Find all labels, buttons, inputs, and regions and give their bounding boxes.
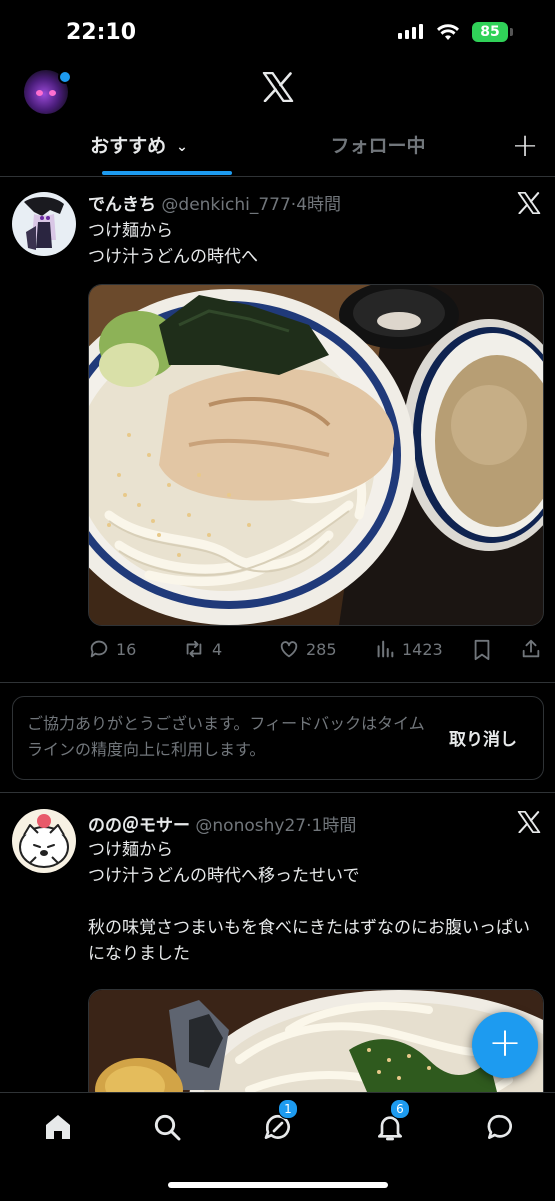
chevron-down-icon[interactable]: ⌄ (176, 121, 188, 173)
battery-tip (510, 28, 513, 36)
share-icon[interactable] (520, 638, 542, 660)
author-handle[interactable]: @nonoshy27 (195, 816, 306, 836)
view-count: 1423 (402, 639, 443, 659)
feedback-message: ご協力ありがとうございます。フィードバックはタイムラインの精度向上に利用します。 (27, 714, 425, 759)
x-logo-icon (262, 72, 294, 102)
tweet-time[interactable]: 1時間 (312, 816, 357, 836)
tweet-time[interactable]: 4時間 (296, 195, 341, 215)
spaces-badge: 1 (278, 1099, 298, 1119)
timeline-tabs: おすすめ ⌄ フォロー中 + (0, 120, 555, 177)
status-time: 22:10 (66, 20, 137, 45)
home-indicator (168, 1182, 388, 1188)
nav-messages[interactable] (480, 1107, 520, 1147)
notification-dot (58, 70, 72, 84)
search-icon (154, 1114, 181, 1141)
wifi-icon (437, 24, 459, 40)
nav-notifications[interactable]: 6 (370, 1099, 410, 1147)
chat-icon (487, 1114, 512, 1139)
tab-for-you-label: おすすめ (90, 135, 167, 157)
author-name[interactable]: のの＠モサー (88, 816, 190, 836)
tweet-actions: 16 4 285 1423 (88, 638, 548, 664)
author-avatar[interactable] (12, 192, 76, 256)
compose-post-button[interactable]: + (472, 1012, 538, 1078)
nav-home[interactable] (38, 1107, 78, 1147)
author-avatar[interactable] (12, 809, 76, 873)
like-button[interactable]: 285 (278, 638, 337, 660)
tweet-image[interactable] (88, 284, 544, 626)
tweet-text: つけ麺から つけ汁うどんの時代へ移ったせいで 秋の味覚さつまいもを食べにきたはず… (88, 840, 530, 964)
repost-icon (186, 640, 202, 658)
notifications-badge: 6 (390, 1099, 410, 1119)
author-handle[interactable]: @denkichi_777 (161, 195, 290, 215)
undo-button[interactable]: 取り消し (449, 725, 517, 750)
tweet[interactable]: でんきち @denkichi_777·4時間 つけ麺から つけ汁うどんの時代へ (0, 176, 555, 680)
tab-following[interactable]: フォロー中 (278, 120, 478, 176)
cellular-signal-icon (398, 24, 423, 39)
heart-icon (280, 641, 298, 658)
plus-icon: + (488, 1020, 522, 1066)
home-icon (46, 1115, 70, 1139)
add-timeline-icon[interactable]: + (508, 128, 542, 162)
top-bar (0, 62, 555, 120)
views-icon (377, 640, 394, 658)
reply-icon (90, 640, 108, 658)
repost-count: 4 (212, 639, 223, 659)
active-tab-indicator (102, 171, 232, 175)
author-name[interactable]: でんきち (88, 195, 156, 215)
like-count: 285 (306, 639, 337, 659)
tweet-header: のの＠モサー @nonoshy27·1時間 (88, 811, 356, 836)
tweet-header: でんきち @denkichi_777·4時間 (88, 190, 341, 215)
repost-button[interactable]: 4 (182, 638, 222, 660)
tab-following-label: フォロー中 (330, 135, 426, 157)
x-logo-icon[interactable] (517, 192, 541, 214)
nav-search[interactable] (147, 1107, 187, 1147)
nav-spaces[interactable]: 1 (258, 1099, 298, 1147)
bookmark-icon[interactable] (472, 639, 492, 661)
views-button[interactable]: 1423 (374, 638, 443, 660)
feedback-notice: ご協力ありがとうございます。フィードバックはタイムラインの精度向上に利用します。… (12, 696, 544, 780)
x-logo-icon[interactable] (517, 811, 541, 833)
tab-for-you[interactable]: おすすめ ⌄ (0, 120, 278, 176)
tweet-text: つけ麺から つけ汁うどんの時代へ (88, 221, 258, 267)
battery-indicator: 85 (472, 22, 508, 42)
status-bar: 22:10 85 (0, 0, 555, 62)
divider (0, 682, 555, 683)
reply-count: 16 (116, 639, 137, 659)
reply-button[interactable]: 16 (88, 638, 136, 660)
